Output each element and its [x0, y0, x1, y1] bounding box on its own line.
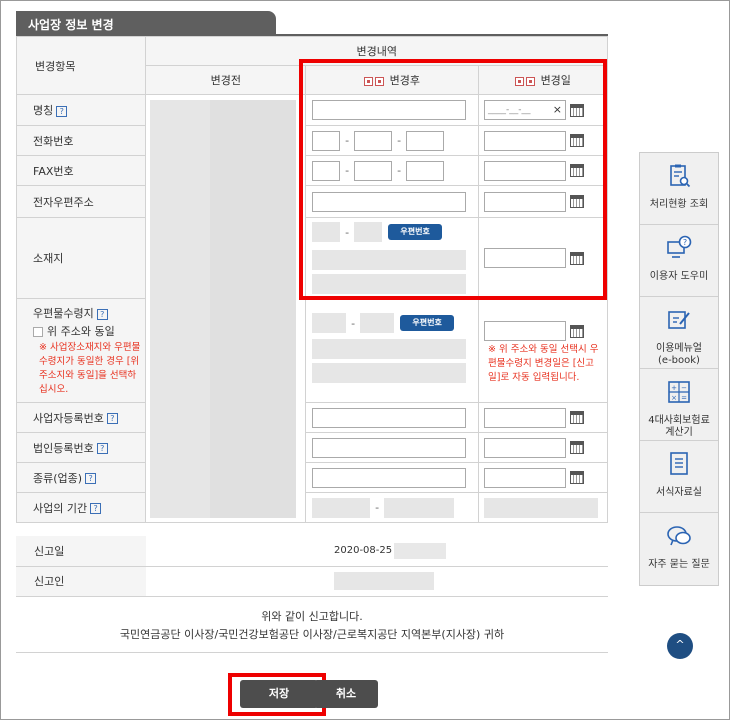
row-label-corp-reg: 법인등록번호? [15, 432, 147, 463]
mailing-note: ※ 사업장소재지와 우편물수령지가 동일한 경우 [위 주소지와 동일]을 선택… [39, 342, 141, 395]
mailing-change-date-input[interactable] [484, 321, 567, 341]
biz-reg-change-date-input[interactable] [484, 407, 567, 428]
divider [16, 652, 608, 653]
type-change-date-input[interactable] [484, 467, 567, 488]
col-before-header: 변경전 [145, 65, 307, 95]
report-date-value: 2020-08-25 [330, 542, 446, 559]
help-icon[interactable]: ? [96, 443, 108, 454]
mailing-zip2-field [360, 313, 395, 333]
declaration-statement: 위와 같이 신고합니다. 국민연금공단 이사장/국민건강보험공단 이사장/근로복… [16, 608, 608, 644]
row-label-location: 소재지 [15, 217, 147, 299]
same-address-label: 위 주소와 동일 [47, 325, 115, 338]
sidebar-item-manual[interactable]: 이용메뉴얼 (e-book) [640, 297, 718, 369]
highlight-after-columns [299, 59, 607, 300]
row-label-period: 사업의 기간? [15, 492, 147, 523]
document-list-icon [670, 452, 688, 475]
highlight-save-button [228, 673, 326, 716]
mailing-date-note: ※ 위 주소와 동일 선택시 우편물수령지 변경일은 [신고일]로 자동 입력됩… [488, 344, 599, 383]
sidebar-item-helper[interactable]: ? 이용자 도우미 [640, 225, 718, 297]
reporter-label: 신고인 [16, 566, 146, 597]
cancel-button[interactable]: 취소 [314, 680, 378, 708]
period-end-field [384, 497, 455, 518]
chat-bubble-icon [667, 526, 691, 546]
calendar-icon[interactable] [570, 324, 585, 338]
clipboard-search-icon [670, 164, 691, 188]
mailing-zip1-field [312, 313, 347, 333]
mailing-address1-field [312, 339, 467, 359]
corp-reg-change-date-input[interactable] [484, 437, 567, 458]
help-icon[interactable]: ? [56, 105, 68, 117]
row-label-phone: 전화번호 [15, 125, 147, 156]
svg-text:+: + [671, 384, 677, 392]
before-column [145, 94, 307, 523]
svg-text:?: ? [683, 238, 687, 247]
help-icon[interactable]: ? [85, 473, 97, 484]
mailing-address2-field [312, 363, 467, 383]
zip-search-button[interactable]: 우편번호 [400, 315, 455, 331]
period-change-date-field [484, 497, 599, 518]
svg-text:=: = [681, 394, 687, 402]
sidebar-item-faq[interactable]: 자주 묻는 질문 [640, 513, 718, 585]
row-label-fax: FAX번호 [15, 155, 147, 186]
col-item-header: 변경항목 [15, 36, 147, 95]
sidebar-item-calculator[interactable]: + − × = 4대사회보험료 계산기 [640, 369, 718, 441]
row-label-mailing: 우편물수령지? 위 주소와 동일 ※ 사업장소재지와 우편물수령지가 동일한 경… [15, 298, 147, 403]
sidebar-item-forms[interactable]: 서식자료실 [640, 441, 718, 513]
declaration-line2: 국민연금공단 이사장/국민건강보험공단 이사장/근로복지공단 지역본부(지사장)… [119, 628, 505, 641]
report-date-label: 신고일 [16, 536, 146, 567]
svg-text:−: − [681, 384, 687, 392]
before-values-masked [150, 99, 211, 518]
declaration-line1: 위와 같이 신고합니다. [261, 610, 363, 623]
row-label-biz-reg: 사업자등록번호? [15, 402, 147, 433]
row-label-type: 종류(업종)? [15, 462, 147, 493]
quick-menu-sidebar: 처리현황 조회 ? 이용자 도우미 이용메뉴얼 (e-book) + − × = 4대… [639, 152, 719, 586]
type-after-input[interactable] [312, 467, 467, 488]
before-values-masked [209, 99, 296, 518]
biz-reg-after-input[interactable] [312, 407, 467, 428]
help-icon[interactable]: ? [106, 413, 118, 424]
calendar-icon[interactable] [570, 471, 585, 484]
period-start-field [312, 497, 371, 518]
reporter-value-masked [334, 572, 434, 590]
edit-book-icon [668, 311, 690, 329]
help-icon[interactable]: ? [96, 308, 108, 320]
corp-reg-after-input[interactable] [312, 437, 467, 458]
calendar-icon[interactable] [570, 441, 585, 454]
calculator-icon: + −× = [668, 381, 690, 403]
row-label-email: 전자우편주소 [15, 185, 147, 218]
help-monitor-icon: ? [667, 235, 692, 258]
same-address-checkbox[interactable] [33, 327, 43, 337]
calendar-icon[interactable] [570, 411, 585, 424]
help-icon[interactable]: ? [90, 503, 102, 514]
scroll-top-button[interactable]: ^ [667, 633, 693, 659]
report-date-cell: 2020-08-25 [314, 536, 608, 567]
report-info-table: 신고일 2020-08-25 신고인 [16, 536, 608, 597]
section-title: 사업장 정보 변경 [16, 11, 276, 35]
row-label-name: 명칭? [15, 94, 147, 126]
svg-text:×: × [671, 394, 677, 402]
sidebar-item-status[interactable]: 처리현황 조회 [640, 153, 718, 225]
